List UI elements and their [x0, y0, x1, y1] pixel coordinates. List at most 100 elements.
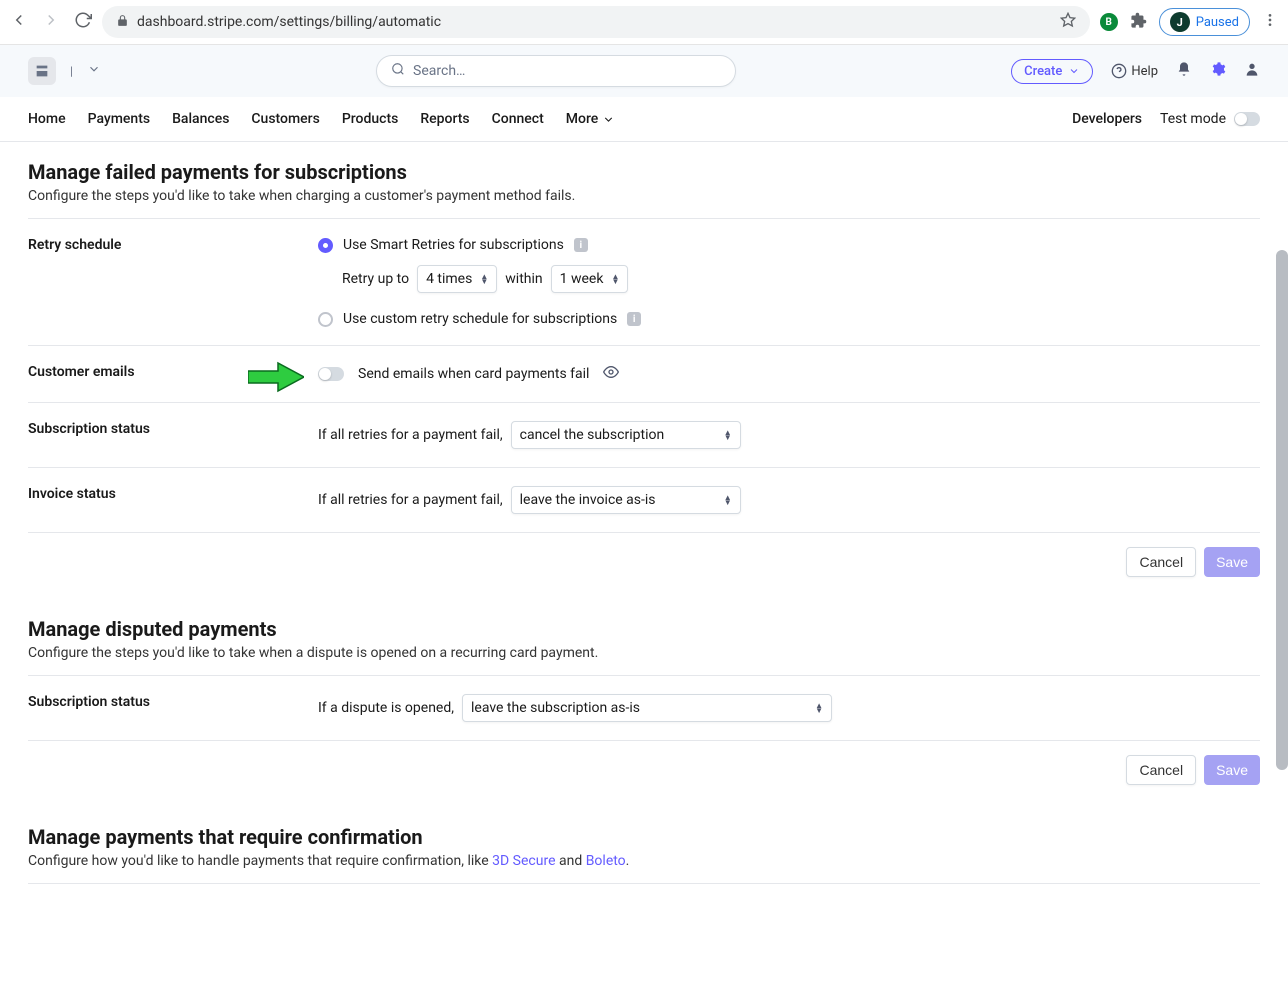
inv-status-select[interactable]: leave the invoice as-is ▲▼ [511, 486, 741, 514]
retry-times-select[interactable]: 4 times ▲▼ [417, 265, 497, 293]
url-text: dashboard.stripe.com/settings/billing/au… [137, 14, 1052, 30]
search-icon [391, 62, 405, 80]
nav-developers[interactable]: Developers [1072, 97, 1142, 141]
help-icon [1111, 63, 1127, 79]
send-emails-toggle[interactable] [318, 367, 344, 381]
browser-nav-buttons [10, 11, 92, 33]
section-disputed-subtitle: Configure the steps you'd like to take w… [28, 645, 1260, 661]
cancel-button[interactable]: Cancel [1126, 755, 1196, 785]
retry-upto-text: Retry up to [342, 271, 409, 287]
inv-status-value: leave the invoice as-is [520, 492, 656, 508]
retry-label: Retry schedule [28, 237, 318, 327]
section-confirm-subtitle: Configure how you'd like to handle payme… [28, 853, 1260, 869]
send-emails-label: Send emails when card payments fail [358, 366, 589, 382]
back-icon[interactable] [10, 11, 28, 33]
main-content: Manage failed payments for subscriptions… [0, 142, 1288, 924]
lock-icon [116, 14, 129, 31]
nav-more[interactable]: More [566, 97, 616, 141]
bell-icon[interactable] [1176, 61, 1192, 81]
retry-within-value: 1 week [560, 271, 604, 287]
extension-badge[interactable]: B [1100, 13, 1118, 31]
chevron-down-icon [1068, 65, 1080, 77]
app-header: | Search… Create Help [0, 45, 1288, 97]
chevron-down-icon [602, 113, 615, 126]
forward-icon[interactable] [42, 11, 60, 33]
star-icon[interactable] [1060, 12, 1076, 32]
confirm-period: . [626, 853, 630, 869]
chevron-updown-icon: ▲▼ [480, 274, 488, 284]
reload-icon[interactable] [74, 11, 92, 33]
customer-emails-row: Customer emails Send emails when card pa… [28, 346, 1260, 403]
nav-home[interactable]: Home [28, 97, 66, 141]
cancel-button[interactable]: Cancel [1126, 547, 1196, 577]
paused-label: Paused [1196, 15, 1239, 30]
section-failed-subtitle: Configure the steps you'd like to take w… [28, 188, 1260, 204]
divider [28, 883, 1260, 884]
link-boleto[interactable]: Boleto [586, 853, 626, 869]
gear-icon[interactable] [1210, 61, 1226, 81]
address-bar[interactable]: dashboard.stripe.com/settings/billing/au… [102, 6, 1090, 38]
nav-payments[interactable]: Payments [88, 97, 151, 141]
inv-status-prefix: If all retries for a payment fail, [318, 492, 503, 508]
kebab-menu-icon[interactable] [1262, 12, 1278, 32]
subscription-status-label: Subscription status [28, 421, 318, 449]
sub-status-value: cancel the subscription [520, 427, 665, 443]
dispute-sub-value: leave the subscription as-is [471, 700, 640, 716]
custom-retry-label: Use custom retry schedule for subscripti… [343, 311, 617, 327]
chevron-updown-icon: ▲▼ [611, 274, 619, 284]
create-button[interactable]: Create [1011, 59, 1093, 84]
nav-bar: Home Payments Balances Customers Product… [0, 97, 1288, 142]
chevron-updown-icon: ▲▼ [724, 495, 732, 505]
invoice-status-label: Invoice status [28, 486, 318, 514]
search-placeholder: Search… [413, 63, 465, 79]
chevron-down-icon[interactable] [87, 62, 101, 80]
within-text: within [505, 271, 542, 287]
custom-retry-radio[interactable]: Use custom retry schedule for subscripti… [318, 311, 1260, 327]
save-button[interactable]: Save [1204, 755, 1260, 785]
retry-within-select[interactable]: 1 week ▲▼ [551, 265, 629, 293]
radio-checked-icon [318, 238, 333, 253]
nav-balances[interactable]: Balances [172, 97, 229, 141]
smart-retries-label: Use Smart Retries for subscriptions [343, 237, 564, 253]
info-icon[interactable]: i [627, 312, 641, 326]
info-icon[interactable]: i [574, 238, 588, 252]
save-button[interactable]: Save [1204, 547, 1260, 577]
action-buttons-failed: Cancel Save [28, 533, 1260, 605]
retry-inline-controls: Retry up to 4 times ▲▼ within 1 week ▲▼ [342, 265, 1260, 293]
section-failed-title: Manage failed payments for subscriptions [28, 160, 1260, 184]
user-icon[interactable] [1244, 61, 1260, 81]
nav-customers[interactable]: Customers [251, 97, 319, 141]
test-mode-toggle[interactable]: Test mode [1160, 111, 1260, 127]
search-input[interactable]: Search… [376, 55, 736, 87]
radio-unchecked-icon [318, 312, 333, 327]
extensions-icon[interactable] [1130, 12, 1147, 33]
nav-products[interactable]: Products [342, 97, 399, 141]
confirm-subtitle-pre: Configure how you'd like to handle payme… [28, 853, 492, 869]
section-confirm-title: Manage payments that require confirmatio… [28, 825, 1260, 849]
app-logo[interactable] [28, 57, 56, 85]
nav-reports[interactable]: Reports [420, 97, 469, 141]
org-separator: | [70, 64, 73, 78]
profile-paused-pill[interactable]: J Paused [1159, 8, 1250, 36]
dispute-sub-select[interactable]: leave the subscription as-is ▲▼ [462, 694, 832, 722]
scrollbar[interactable] [1276, 250, 1288, 770]
action-buttons-disputed: Cancel Save [28, 741, 1260, 813]
help-label: Help [1131, 64, 1158, 79]
link-3d-secure[interactable]: 3D Secure [492, 853, 555, 869]
sub-status-select[interactable]: cancel the subscription ▲▼ [511, 421, 741, 449]
nav-more-label: More [566, 111, 599, 127]
avatar: J [1170, 12, 1190, 32]
chevron-updown-icon: ▲▼ [815, 703, 823, 713]
chevron-updown-icon: ▲▼ [724, 430, 732, 440]
browser-right-controls: B J Paused [1100, 8, 1278, 36]
dispute-sub-prefix: If a dispute is opened, [318, 700, 454, 716]
help-button[interactable]: Help [1111, 63, 1158, 79]
eye-icon[interactable] [603, 364, 619, 384]
browser-toolbar: dashboard.stripe.com/settings/billing/au… [0, 0, 1288, 45]
nav-connect[interactable]: Connect [492, 97, 544, 141]
smart-retries-radio[interactable]: Use Smart Retries for subscriptions i [318, 237, 1260, 253]
invoice-status-row: Invoice status If all retries for a paym… [28, 468, 1260, 533]
dispute-sub-label: Subscription status [28, 694, 318, 722]
toggle-switch[interactable] [1234, 112, 1260, 126]
retry-schedule-row: Retry schedule Use Smart Retries for sub… [28, 219, 1260, 346]
